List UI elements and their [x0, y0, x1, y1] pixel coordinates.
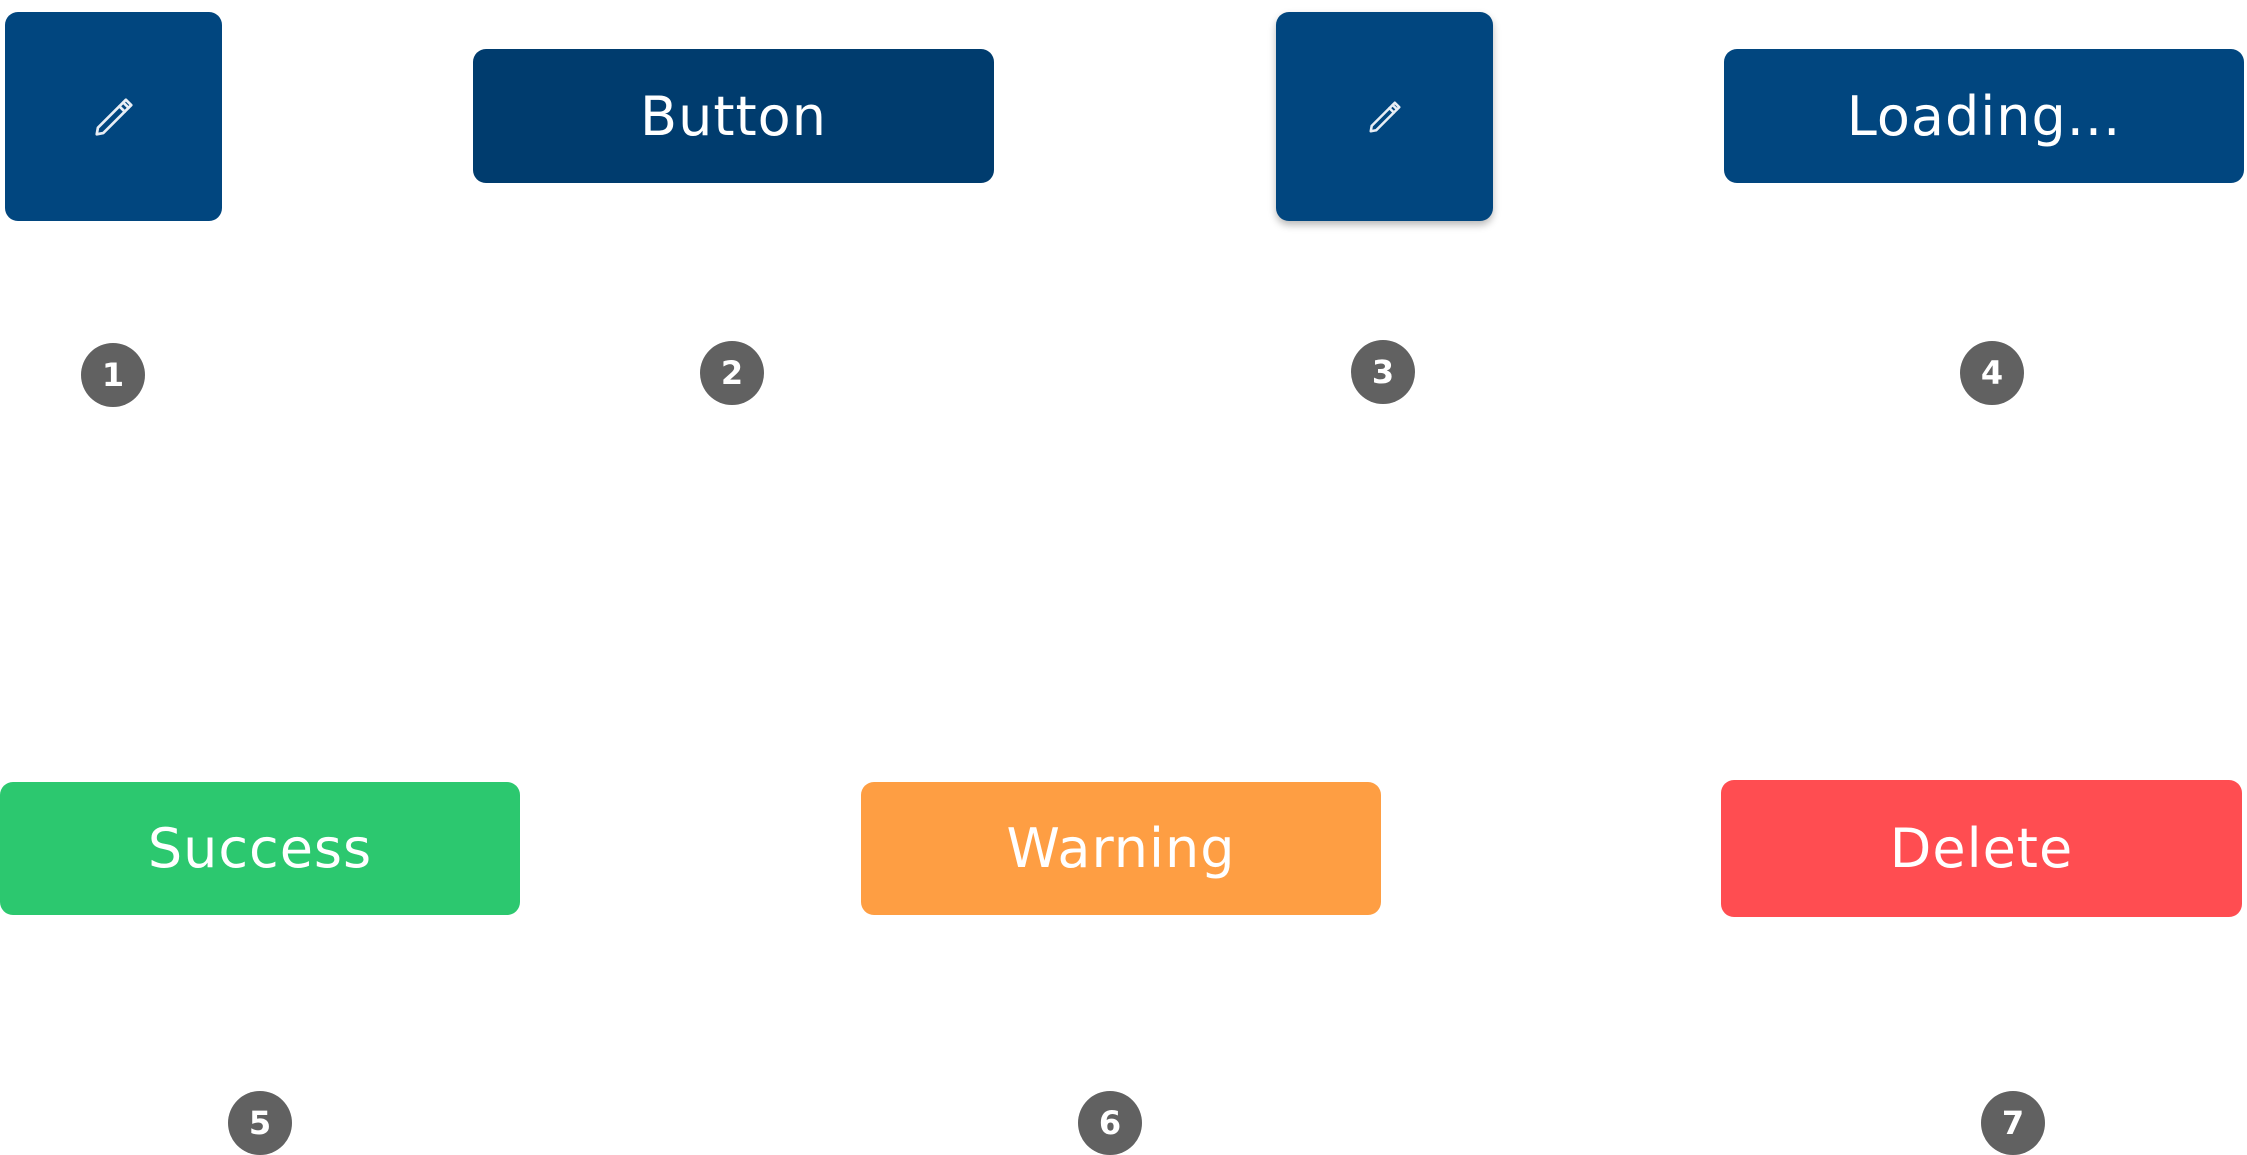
pencil-icon	[91, 94, 137, 140]
success-button[interactable]: Success	[0, 782, 520, 915]
badge-5: 5	[228, 1091, 292, 1155]
edit-icon-button[interactable]	[5, 12, 222, 221]
loading-button-label: Loading...	[1846, 84, 2122, 148]
warning-button[interactable]: Warning	[861, 782, 1381, 915]
pencil-icon	[1366, 98, 1404, 136]
badge-1: 1	[81, 343, 145, 407]
badge-4: 4	[1960, 341, 2024, 405]
edit-icon-button-raised[interactable]	[1276, 12, 1493, 221]
delete-button-label: Delete	[1889, 817, 2074, 880]
badge-6: 6	[1078, 1091, 1142, 1155]
loading-button[interactable]: Loading...	[1724, 49, 2244, 183]
primary-button[interactable]: Button	[473, 49, 994, 183]
warning-button-label: Warning	[1006, 817, 1236, 880]
badge-7: 7	[1981, 1091, 2045, 1155]
primary-button-label: Button	[640, 84, 827, 148]
badge-2: 2	[700, 341, 764, 405]
delete-button[interactable]: Delete	[1721, 780, 2242, 917]
badge-3: 3	[1351, 340, 1415, 404]
success-button-label: Success	[147, 817, 373, 880]
